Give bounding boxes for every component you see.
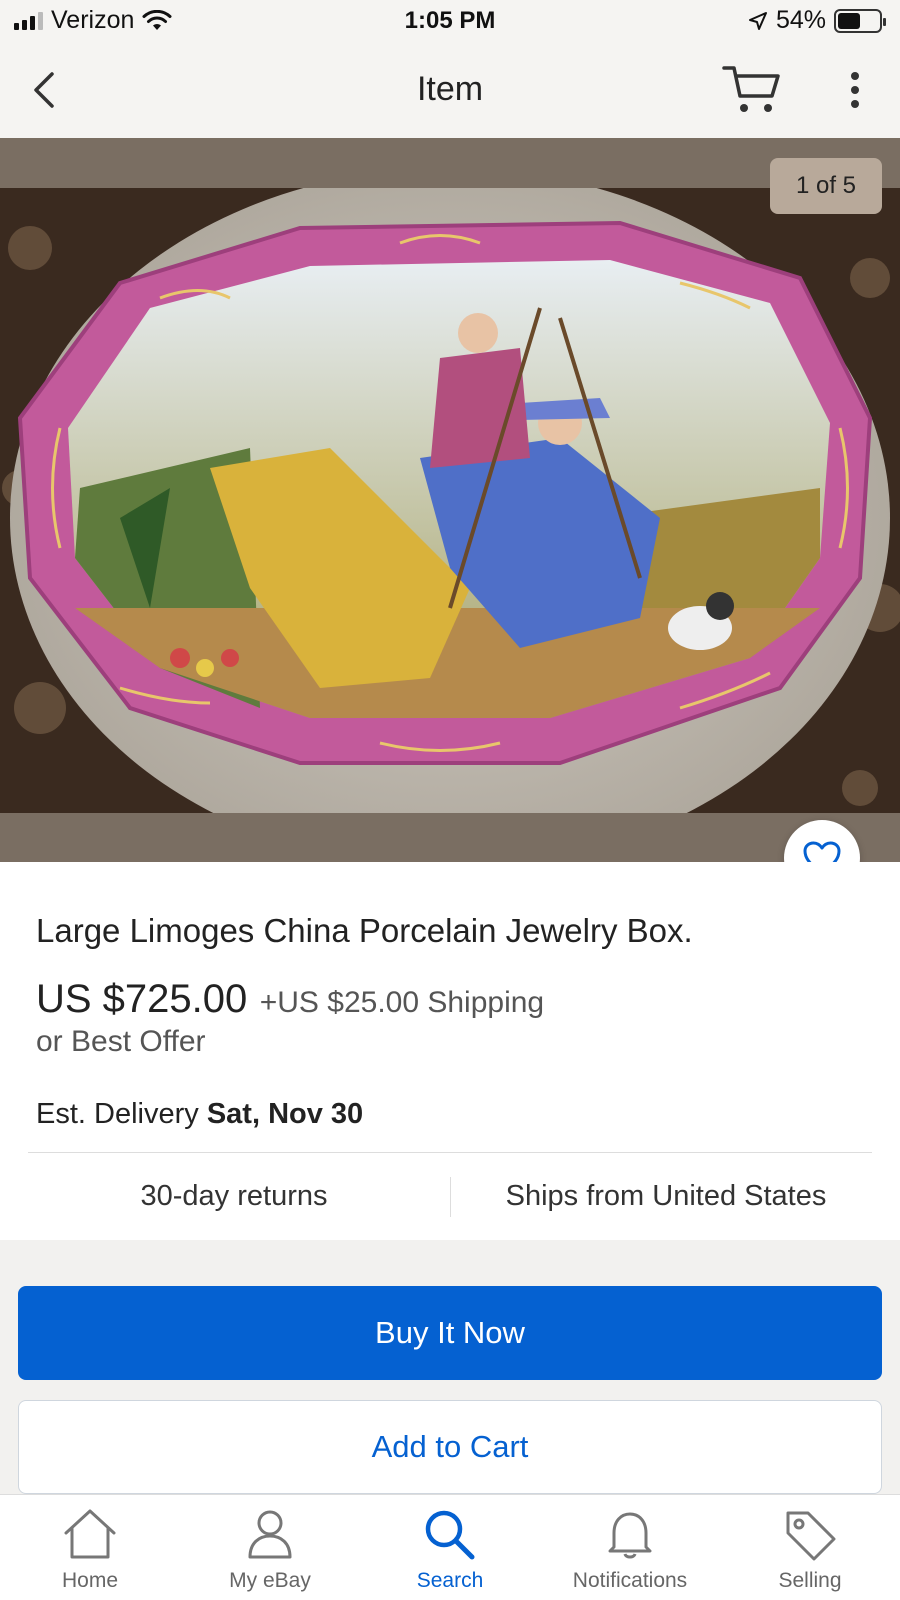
shipping-cost: +US $25.00 Shipping	[259, 986, 545, 1019]
search-icon	[425, 1510, 475, 1560]
estimated-delivery: Est. Delivery Sat, Nov 30	[36, 1098, 363, 1131]
delivery-label: Est. Delivery	[36, 1098, 199, 1130]
tag-icon	[786, 1511, 836, 1561]
tab-label: Selling	[778, 1569, 842, 1592]
battery-icon	[834, 8, 886, 33]
back-button[interactable]	[24, 68, 68, 112]
buy-it-now-button[interactable]: Buy It Now	[18, 1286, 882, 1380]
divider	[450, 1177, 451, 1217]
delivery-date: Sat, Nov 30	[206, 1098, 364, 1130]
tab-label: Search	[416, 1569, 484, 1592]
best-offer-label: or Best Offer	[36, 1025, 206, 1058]
tab-label: Notifications	[572, 1569, 688, 1592]
tab-my-ebay[interactable]: My eBay	[180, 1495, 360, 1600]
price-row: US $725.00 +US $25.00 Shipping	[36, 977, 544, 1022]
battery-percent: 54%	[775, 6, 826, 34]
bottom-tab-bar: Home My eBay Search Notifications Sellin…	[0, 1494, 900, 1600]
item-title: Large Limoges China Porcelain Jewelry Bo…	[36, 912, 693, 949]
chevron-left-icon	[34, 72, 54, 108]
tab-label: Home	[61, 1569, 119, 1592]
image-counter: 1 of 5	[769, 158, 882, 214]
more-vertical-icon	[851, 72, 859, 108]
person-icon	[248, 1510, 292, 1559]
image-gallery[interactable]: 1 of 5	[0, 138, 900, 862]
tab-home[interactable]: Home	[0, 1495, 180, 1600]
porcelain-box-image	[0, 188, 900, 813]
divider	[28, 1152, 872, 1153]
tab-label: My eBay	[229, 1569, 311, 1592]
location-arrow-icon	[748, 11, 767, 30]
tab-notifications[interactable]: Notifications	[540, 1495, 720, 1600]
cart-icon	[722, 66, 780, 112]
bell-icon	[608, 1512, 652, 1559]
item-price: US $725.00	[36, 977, 248, 1021]
app-header: Item	[0, 42, 900, 138]
listing-info: Large Limoges China Porcelain Jewelry Bo…	[0, 862, 900, 1240]
item-photo[interactable]	[0, 188, 900, 813]
home-icon	[64, 1509, 116, 1559]
tab-search[interactable]: Search	[360, 1495, 540, 1600]
ships-from[interactable]: Ships from United States	[460, 1180, 872, 1213]
more-options-button[interactable]	[840, 68, 870, 112]
tab-selling[interactable]: Selling	[720, 1495, 900, 1600]
cart-button[interactable]	[720, 62, 784, 118]
status-bar: Verizon 1:05 PM 54%	[0, 0, 900, 42]
returns-policy[interactable]: 30-day returns	[28, 1180, 440, 1213]
add-to-cart-button[interactable]: Add to Cart	[18, 1400, 882, 1494]
